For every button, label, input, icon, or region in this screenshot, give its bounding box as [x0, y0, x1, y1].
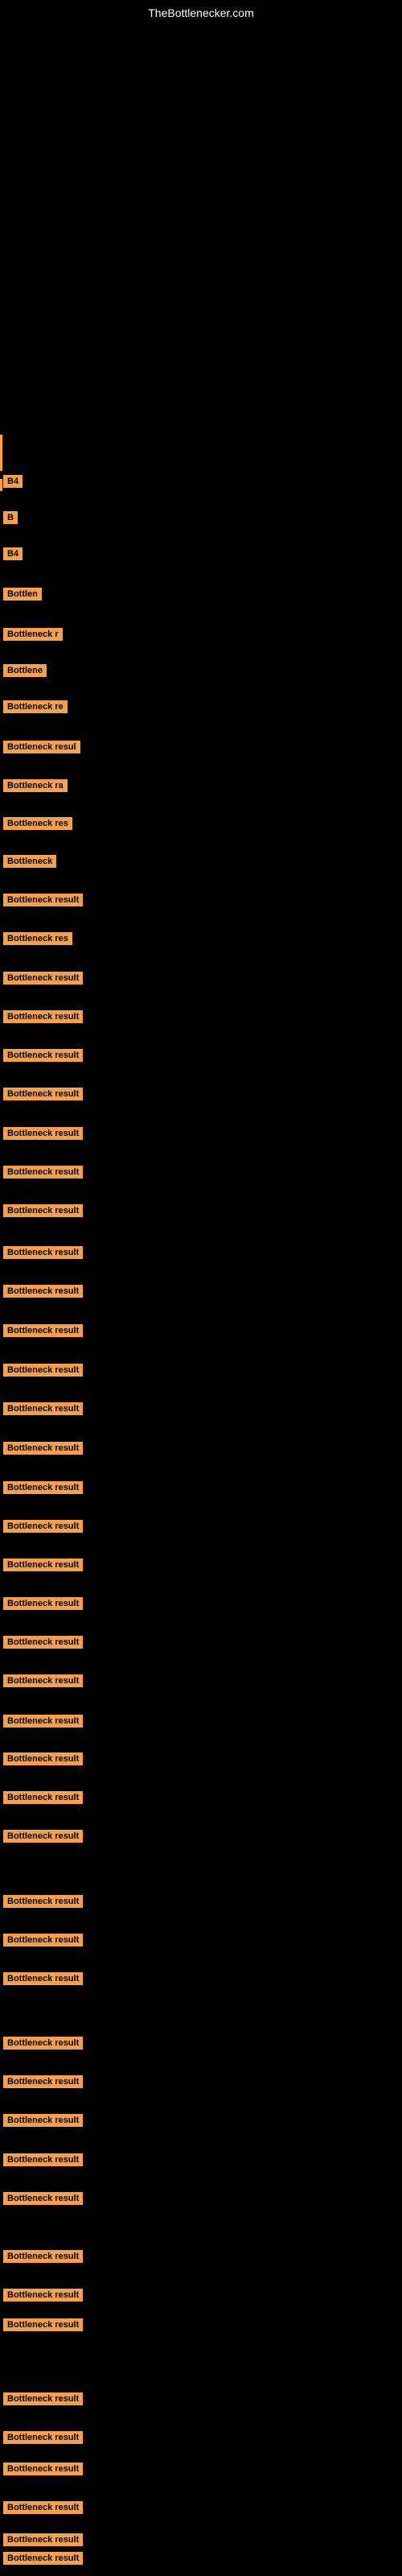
result-item: Bottleneck result: [3, 2501, 83, 2514]
result-item: Bottleneck result: [3, 2462, 83, 2475]
result-item: Bottleneck result: [3, 1481, 83, 1494]
result-item: Bottleneck result: [3, 1166, 83, 1179]
result-item: Bottleneck result: [3, 2533, 83, 2546]
result-item: Bottleneck result: [3, 1895, 83, 1908]
result-item: Bottleneck result: [3, 1674, 83, 1687]
result-item: Bottleneck result: [3, 2192, 83, 2205]
site-title: TheBottlenecker.com: [148, 6, 254, 19]
result-item: Bottleneck: [3, 855, 56, 868]
result-item: Bottleneck resul: [3, 741, 80, 753]
result-item: Bottleneck ra: [3, 779, 68, 792]
left-indicator: [0, 479, 2, 491]
result-item: Bottleneck result: [3, 1127, 83, 1140]
result-item: Bottleneck re: [3, 700, 68, 713]
result-item: B4: [3, 475, 23, 488]
result-item: Bottleneck result: [3, 2153, 83, 2166]
result-item: Bottleneck result: [3, 2075, 83, 2088]
result-item: Bottleneck result: [3, 1285, 83, 1298]
result-item: Bottleneck result: [3, 1520, 83, 1533]
chart-area: [0, 24, 402, 330]
result-item: Bottleneck result: [3, 1088, 83, 1100]
result-item: Bottlen: [3, 588, 42, 601]
result-item: Bottleneck result: [3, 1791, 83, 1804]
result-item: Bottleneck result: [3, 2318, 83, 2331]
result-item: Bottleneck result: [3, 1010, 83, 1023]
result-item: Bottleneck res: [3, 932, 72, 945]
result-item: Bottleneck result: [3, 1204, 83, 1217]
result-item: Bottleneck result: [3, 1442, 83, 1455]
result-item: Bottleneck result: [3, 2392, 83, 2405]
result-item: Bottleneck result: [3, 2552, 83, 2565]
result-item: Bottleneck result: [3, 972, 83, 985]
result-item: Bottleneck result: [3, 1636, 83, 1649]
result-item: Bottleneck result: [3, 2289, 83, 2301]
result-item: Bottleneck result: [3, 1972, 83, 1985]
result-item: Bottleneck result: [3, 1934, 83, 1946]
result-item: Bottleneck result: [3, 1558, 83, 1571]
result-item: Bottleneck result: [3, 894, 83, 906]
result-item: B: [3, 511, 18, 524]
result-item: Bottleneck result: [3, 1597, 83, 1610]
result-item: Bottleneck result: [3, 1752, 83, 1765]
result-item: Bottleneck res: [3, 817, 72, 830]
result-item: Bottlene: [3, 664, 47, 677]
result-item: Bottleneck result: [3, 2037, 83, 2050]
result-item: Bottleneck result: [3, 1715, 83, 1728]
result-item: B4: [3, 547, 23, 560]
result-item: Bottleneck result: [3, 1324, 83, 1337]
result-item: Bottleneck result: [3, 1246, 83, 1259]
result-item: Bottleneck result: [3, 2250, 83, 2263]
left-bar: [0, 435, 2, 471]
result-item: Bottleneck result: [3, 1830, 83, 1843]
result-item: Bottleneck result: [3, 1364, 83, 1377]
result-item: Bottleneck result: [3, 1402, 83, 1415]
result-item: Bottleneck result: [3, 2114, 83, 2127]
result-item: Bottleneck result: [3, 2431, 83, 2444]
result-item: Bottleneck result: [3, 1049, 83, 1062]
result-item: Bottleneck r: [3, 628, 63, 641]
